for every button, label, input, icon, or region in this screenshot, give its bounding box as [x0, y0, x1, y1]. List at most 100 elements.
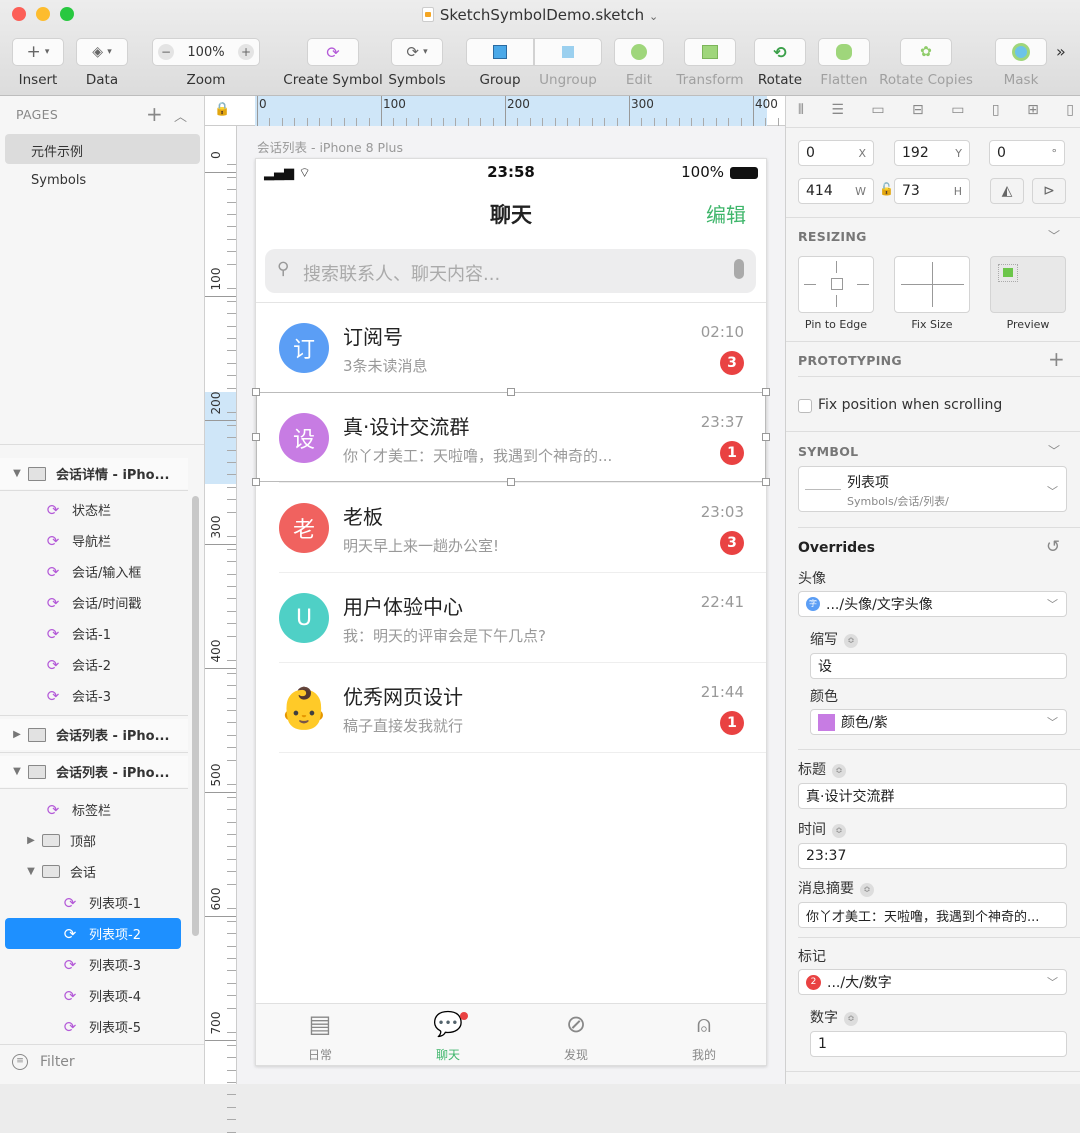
y-field[interactable]: 192 Y — [894, 140, 970, 166]
symbol-chevron-icon[interactable]: ﹀ — [1048, 442, 1060, 459]
flip-vertical-button[interactable]: ⊳ — [1032, 178, 1066, 204]
layer-item[interactable]: ⟳ 导航栏 — [0, 525, 188, 556]
fix-width[interactable] — [901, 284, 964, 285]
tab-3[interactable]: ⍝ 我的 — [640, 1004, 768, 1066]
rotation-field[interactable]: 0 ° — [989, 140, 1065, 166]
transform-button[interactable] — [684, 38, 736, 66]
disclosure-collapsed-icon[interactable]: ▶ — [10, 729, 24, 740]
symbol-selector[interactable]: 列表项 Symbols/会话/列表/ ﹀ — [798, 466, 1067, 512]
layer-item[interactable]: ⟳ 会话-1 — [0, 618, 188, 649]
fix-position-checkbox[interactable] — [798, 399, 812, 413]
artboard-layer-chat-detail[interactable]: ▼ 会话详情 - iPho... — [0, 458, 188, 489]
x-field[interactable]: 0X — [798, 140, 874, 166]
align-left-icon[interactable]: ▭ — [871, 102, 884, 118]
pin-to-edge-control[interactable] — [798, 256, 874, 313]
layer-item[interactable]: ⟳ 列表项-3 — [5, 949, 181, 980]
group-button[interactable] — [466, 38, 534, 66]
align-center-h-icon[interactable]: ⊟ — [912, 102, 924, 118]
layer-item[interactable]: ⟳ 状态栏 — [0, 494, 188, 525]
number-override-input[interactable]: 1 — [810, 1031, 1067, 1057]
color-override-select[interactable]: 颜色/紫 ﹀ — [810, 709, 1067, 735]
summary-override-input[interactable]: 你丫才美工：天啦噜，我遇到个神奇的... — [798, 902, 1067, 928]
page-item-symbols[interactable]: Symbols — [5, 166, 200, 196]
conversation-row[interactable]: 订订阅号 3条未读消息 02:10 3 — [256, 303, 766, 393]
layer-item[interactable]: ⟳ 会话-3 — [0, 680, 188, 711]
tab-2[interactable]: ⊘ 发现 — [512, 1004, 640, 1066]
artboard-layer-chat-list-collapsed[interactable]: ▶ 会话列表 - iPho... — [0, 719, 188, 750]
toolbar-overflow-button[interactable]: » — [1056, 42, 1066, 61]
conversation-row[interactable]: 设真·设计交流群 你丫才美工：天啦噜，我遇到个神奇的... 23:37 1 — [256, 393, 766, 483]
disclosure-collapsed-icon[interactable]: ▶ — [24, 835, 38, 846]
layer-folder-top[interactable]: ▶ 顶部 — [0, 825, 188, 856]
flip-horizontal-button[interactable]: ◭ — [990, 178, 1024, 204]
create-symbol-button[interactable]: ⟳ — [307, 38, 359, 66]
rotate-copies-button[interactable]: ✿ — [900, 38, 952, 66]
ungroup-button[interactable] — [534, 38, 602, 66]
conversation-row[interactable]: U 用户体验中心 我：明天的评审会是下午几点? 22:41 — [256, 573, 766, 663]
layer-item[interactable]: ⟳ 列表项-1 — [5, 887, 181, 918]
title-override-input[interactable]: 真·设计交流群 — [798, 783, 1067, 809]
zoom-in-button[interactable]: + — [237, 44, 254, 60]
lock-proportions-icon[interactable]: 🔓 — [879, 182, 894, 196]
layer-item[interactable]: ⟳ 列表项-5 — [5, 1011, 181, 1042]
mark-override-select[interactable]: 2 .../大/数字 ﹀ — [798, 969, 1067, 995]
flatten-button[interactable] — [818, 38, 870, 66]
artboard-chat-list[interactable]: ▂▄▆ ⌔ 23:58 100% 聊天 编辑 ⚲ 搜索联系人、聊天内容... 订… — [252, 158, 770, 1066]
width-field[interactable]: 414 W — [798, 178, 874, 204]
page-item-components[interactable]: 元件示例 — [5, 134, 200, 164]
symbols-button[interactable]: ⟳ ▾ — [391, 38, 443, 66]
layers-scrollbar[interactable] — [192, 496, 199, 936]
layer-item[interactable]: ⟳ 列表项-2 — [5, 918, 181, 949]
tab-1[interactable]: 💬 聊天 — [384, 1004, 512, 1066]
fix-size-control[interactable] — [894, 256, 970, 313]
disclosure-expanded-icon[interactable]: ▼ — [10, 766, 24, 777]
pin-top[interactable] — [836, 261, 837, 273]
align-bottom-icon[interactable]: ▯ — [1066, 102, 1074, 118]
reset-overrides-icon[interactable]: ↺ — [1046, 537, 1060, 557]
time-override-input[interactable]: 23:37 — [798, 843, 1067, 869]
rotate-button[interactable]: ⟲ — [754, 38, 806, 66]
distribute-vertical-icon[interactable]: ☰ — [831, 102, 844, 118]
disclosure-expanded-icon[interactable]: ▼ — [10, 468, 24, 479]
conversation-row[interactable]: 👶 优秀网页设计 稿子直接发我就行 21:44 1 — [256, 663, 766, 753]
add-prototype-icon[interactable]: + — [1048, 347, 1065, 371]
vertical-ruler[interactable]: 0 100 200 300 400 500 600 700 — [205, 126, 237, 1133]
lock-icon[interactable]: 🔒 — [214, 102, 230, 117]
insert-button[interactable]: + ▾ — [12, 38, 64, 66]
mask-button[interactable] — [995, 38, 1047, 66]
artboard-layer-chat-list[interactable]: ▼ 会话列表 - iPho... — [0, 756, 188, 787]
abbr-override-input[interactable]: 设 — [810, 653, 1067, 679]
layer-item[interactable]: ⟳ 列表项-4 — [5, 980, 181, 1011]
horizontal-ruler[interactable]: 🔒 0 100 200 300 400 — [205, 96, 866, 126]
align-right-icon[interactable]: ▭ — [951, 102, 964, 118]
add-page-icon[interactable]: + — [146, 102, 163, 126]
resize-handle[interactable] — [762, 388, 770, 396]
layer-tabbar[interactable]: ⟳ 标签栏 — [0, 794, 188, 825]
pin-right[interactable] — [857, 284, 869, 285]
resize-handle[interactable] — [252, 478, 260, 486]
artboard-label[interactable]: 会话列表 - iPhone 8 Plus — [257, 137, 403, 156]
layer-item[interactable]: ⟳ 会话/时间戳 — [0, 587, 188, 618]
microphone-icon[interactable] — [734, 259, 744, 279]
resize-handle[interactable] — [252, 433, 260, 441]
filter-input[interactable]: Filter — [40, 1054, 75, 1070]
tab-0[interactable]: ▤ 日常 — [256, 1004, 384, 1066]
resize-handle[interactable] — [762, 433, 770, 441]
disclosure-expanded-icon[interactable]: ▼ — [24, 866, 38, 877]
pin-bottom[interactable] — [836, 295, 837, 307]
pin-left[interactable] — [804, 284, 816, 285]
layer-item[interactable]: ⟳ 会话/输入框 — [0, 556, 188, 587]
resize-handle[interactable] — [507, 388, 515, 396]
conversation-row[interactable]: 老老板 明天早上来一趟办公室! 23:03 3 — [256, 483, 766, 573]
window-title[interactable]: SketchSymbolDemo.sketch ⌄ — [0, 6, 1080, 24]
align-top-icon[interactable]: ▯ — [992, 102, 1000, 118]
resizing-chevron-icon[interactable]: ﹀ — [1048, 227, 1060, 244]
resize-handle[interactable] — [252, 388, 260, 396]
avatar-override-select[interactable]: 字 .../头像/文字头像 ﹀ — [798, 591, 1067, 617]
resize-handle[interactable] — [507, 478, 515, 486]
layer-folder-chat[interactable]: ▼ 会话 — [0, 856, 188, 887]
zoom-out-button[interactable]: − — [158, 44, 174, 60]
edit-nav-button[interactable]: 编辑 — [706, 199, 746, 228]
resize-handle[interactable] — [762, 478, 770, 486]
search-bar[interactable]: ⚲ 搜索联系人、聊天内容... — [265, 249, 756, 293]
